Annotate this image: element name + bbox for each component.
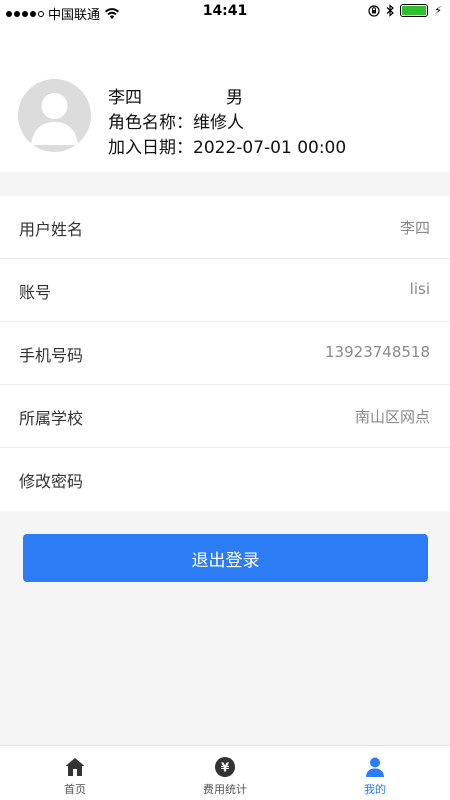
change-password-row[interactable]: 修改密码 xyxy=(0,448,450,511)
info-value: 13923748518 xyxy=(325,343,430,361)
home-icon xyxy=(65,758,85,776)
charging-icon: ⚡ xyxy=(434,4,442,17)
person-icon xyxy=(366,757,384,777)
info-row-school: 所属学校 南山区网点 xyxy=(0,385,450,448)
person-avatar-icon xyxy=(31,93,78,145)
info-list: 用户姓名 李四 账号 lisi 手机号码 13923748518 所属学校 南山… xyxy=(0,196,450,511)
tab-home[interactable]: 首页 xyxy=(0,746,150,800)
tab-label: 我的 xyxy=(364,783,386,796)
info-label: 账号 xyxy=(19,283,52,302)
tab-label: 费用统计 xyxy=(203,783,247,796)
user-name: 李四 xyxy=(108,88,142,108)
battery-icon xyxy=(400,4,429,17)
avatar[interactable] xyxy=(18,79,91,152)
profile-card: 李四 男 角色名称：维修人 加入日期：2022-07-01 00:00 xyxy=(0,24,450,172)
info-row-phone: 手机号码 13923748518 xyxy=(0,322,450,385)
logout-button[interactable]: 退出登录 xyxy=(23,534,428,582)
info-row-username: 用户姓名 李四 xyxy=(0,196,450,259)
tab-cost-stats[interactable]: ¥ 费用统计 xyxy=(150,746,300,800)
info-value: lisi xyxy=(409,280,430,298)
tab-label: 首页 xyxy=(64,783,86,796)
tab-bar: 首页 ¥ 费用统计 我的 xyxy=(0,745,450,800)
info-row-account: 账号 lisi xyxy=(0,259,450,322)
money-icon: ¥ xyxy=(215,757,235,777)
user-role: 角色名称：维修人 xyxy=(108,113,244,133)
svg-text:¥: ¥ xyxy=(221,761,230,775)
bluetooth-icon xyxy=(386,4,395,17)
info-value: 李四 xyxy=(399,219,430,237)
rotation-lock-icon xyxy=(368,4,380,17)
join-date: 加入日期：2022-07-01 00:00 xyxy=(108,138,347,158)
status-right: ⚡ xyxy=(368,4,442,17)
info-label: 修改密码 xyxy=(19,472,84,491)
status-bar: 中国联通 14:41 ⚡ xyxy=(0,0,450,24)
info-label: 手机号码 xyxy=(19,346,84,365)
info-value: 南山区网点 xyxy=(354,408,430,426)
user-gender: 男 xyxy=(226,88,243,108)
info-label: 所属学校 xyxy=(19,409,84,428)
tab-mine[interactable]: 我的 xyxy=(300,746,450,800)
info-label: 用户姓名 xyxy=(19,220,84,239)
